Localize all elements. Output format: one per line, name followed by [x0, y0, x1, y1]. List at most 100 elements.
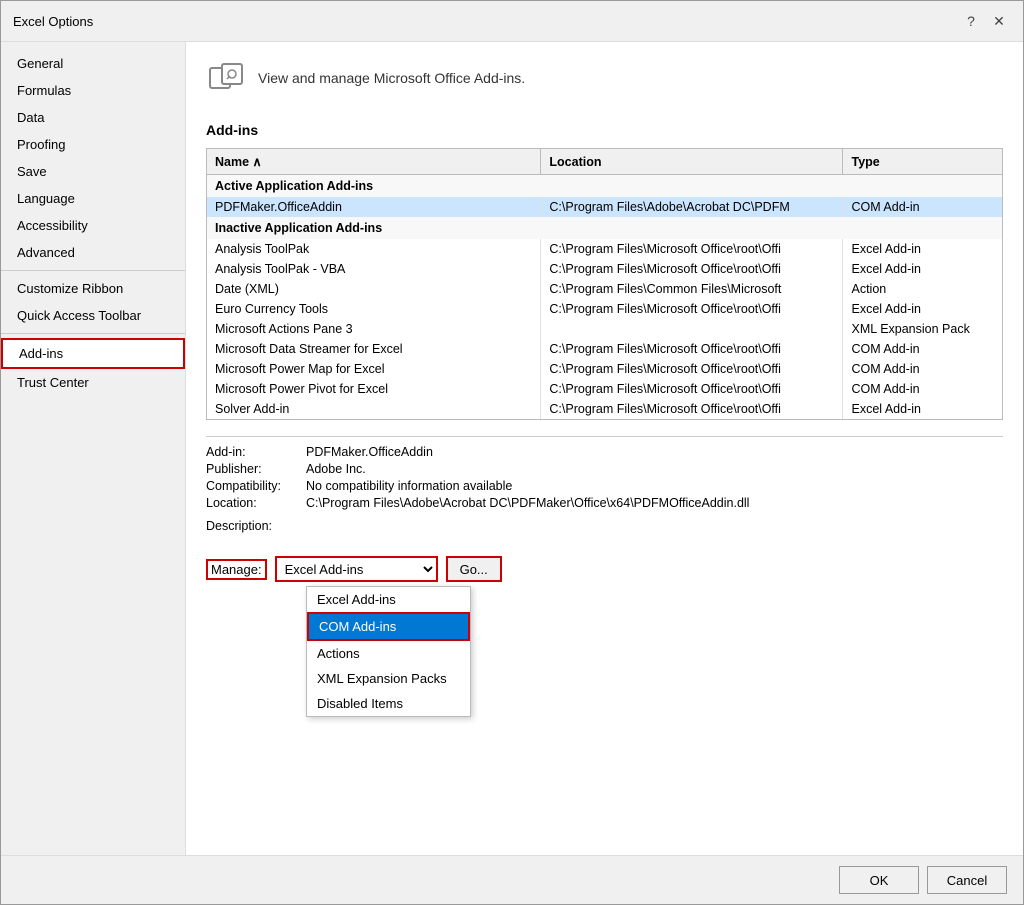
cell-name: Analysis ToolPak — [207, 239, 541, 259]
sidebar: GeneralFormulasDataProofingSaveLanguageA… — [1, 42, 186, 855]
cell-type: XML Expansion Pack — [843, 319, 1002, 339]
detail-addin: Add-in: PDFMaker.OfficeAddin — [206, 445, 1003, 459]
cell-name: Microsoft Actions Pane 3 — [207, 319, 541, 339]
cell-location: C:\Program Files\Microsoft Office\root\O… — [541, 399, 843, 419]
page-description: View and manage Microsoft Office Add-ins… — [258, 70, 525, 86]
location-label: Location: — [206, 496, 306, 510]
cell-type: Action — [843, 279, 1002, 299]
col-header-name[interactable]: Name ∧ — [207, 149, 541, 175]
cell-location: C:\Program Files\Adobe\Acrobat DC\PDFM — [541, 197, 843, 217]
table-section-header: Active Application Add-ins — [207, 175, 1002, 198]
cell-name: Date (XML) — [207, 279, 541, 299]
table-row[interactable]: Analysis ToolPak - VBAC:\Program Files\M… — [207, 259, 1002, 279]
publisher-value: Adobe Inc. — [306, 462, 366, 476]
detail-description: Description: — [206, 513, 1003, 533]
sidebar-item-general[interactable]: General — [1, 50, 185, 77]
dropdown-item-com-addins[interactable]: COM Add-ins — [307, 612, 470, 641]
cell-name: Microsoft Power Map for Excel — [207, 359, 541, 379]
sidebar-item-addins[interactable]: Add-ins — [1, 338, 185, 369]
main-area: View and manage Microsoft Office Add-ins… — [186, 42, 1023, 855]
dropdown-item-actions[interactable]: Actions — [307, 641, 470, 666]
addins-icon — [206, 58, 246, 98]
sidebar-item-save[interactable]: Save — [1, 158, 185, 185]
dropdown-item-disabled[interactable]: Disabled Items — [307, 691, 470, 716]
table-row[interactable]: Date (XML)C:\Program Files\Common Files\… — [207, 279, 1002, 299]
cell-name: PDFMaker.OfficeAddin — [207, 197, 541, 217]
dropdown-item-excel-addins[interactable]: Excel Add-ins — [307, 587, 470, 612]
dialog-title: Excel Options — [13, 14, 93, 29]
manage-dropdown: Excel Add-insCOM Add-insActionsXML Expan… — [306, 586, 471, 717]
manage-bar: Manage: Excel Add-insCOM Add-insActionsX… — [206, 556, 1003, 582]
cell-location: C:\Program Files\Microsoft Office\root\O… — [541, 379, 843, 399]
cell-type: Excel Add-in — [843, 259, 1002, 279]
detail-publisher: Publisher: Adobe Inc. — [206, 462, 1003, 476]
table-row[interactable]: Microsoft Data Streamer for ExcelC:\Prog… — [207, 339, 1002, 359]
cell-type: COM Add-in — [843, 339, 1002, 359]
sidebar-item-language[interactable]: Language — [1, 185, 185, 212]
cell-location — [541, 319, 843, 339]
compatibility-label: Compatibility: — [206, 479, 306, 493]
help-button[interactable]: ? — [959, 9, 983, 33]
col-header-location[interactable]: Location — [541, 149, 843, 175]
sidebar-item-proofing[interactable]: Proofing — [1, 131, 185, 158]
detail-compatibility: Compatibility: No compatibility informat… — [206, 479, 1003, 493]
publisher-label: Publisher: — [206, 462, 306, 476]
cell-location: C:\Program Files\Microsoft Office\root\O… — [541, 339, 843, 359]
cell-location: C:\Program Files\Microsoft Office\root\O… — [541, 239, 843, 259]
table-row[interactable]: Analysis ToolPakC:\Program Files\Microso… — [207, 239, 1002, 259]
cell-type: COM Add-in — [843, 379, 1002, 399]
title-bar: Excel Options ? ✕ — [1, 1, 1023, 42]
footer: OK Cancel — [1, 855, 1023, 904]
cell-name: Euro Currency Tools — [207, 299, 541, 319]
cell-location: C:\Program Files\Microsoft Office\root\O… — [541, 299, 843, 319]
table-row[interactable]: PDFMaker.OfficeAddinC:\Program Files\Ado… — [207, 197, 1002, 217]
compatibility-value: No compatibility information available — [306, 479, 512, 493]
cell-type: Excel Add-in — [843, 239, 1002, 259]
cell-name: Analysis ToolPak - VBA — [207, 259, 541, 279]
sidebar-item-trust-center[interactable]: Trust Center — [1, 369, 185, 396]
cell-type: Excel Add-in — [843, 399, 1002, 419]
sidebar-item-quick-access[interactable]: Quick Access Toolbar — [1, 302, 185, 329]
detail-location: Location: C:\Program Files\Adobe\Acrobat… — [206, 496, 1003, 510]
dialog-content: GeneralFormulasDataProofingSaveLanguageA… — [1, 42, 1023, 855]
cell-location: C:\Program Files\Microsoft Office\root\O… — [541, 259, 843, 279]
title-buttons: ? ✕ — [959, 9, 1011, 33]
page-header: View and manage Microsoft Office Add-ins… — [206, 58, 1003, 106]
table-row[interactable]: Microsoft Power Map for ExcelC:\Program … — [207, 359, 1002, 379]
sidebar-item-formulas[interactable]: Formulas — [1, 77, 185, 104]
cell-type: COM Add-in — [843, 197, 1002, 217]
close-button[interactable]: ✕ — [987, 9, 1011, 33]
manage-label: Manage: — [206, 559, 267, 580]
sidebar-divider — [1, 333, 185, 334]
dropdown-item-xml-expansion[interactable]: XML Expansion Packs — [307, 666, 470, 691]
table-row[interactable]: Euro Currency ToolsC:\Program Files\Micr… — [207, 299, 1002, 319]
col-header-type[interactable]: Type — [843, 149, 1002, 175]
sidebar-item-customize-ribbon[interactable]: Customize Ribbon — [1, 275, 185, 302]
description-label: Description: — [206, 519, 306, 533]
sidebar-item-advanced[interactable]: Advanced — [1, 239, 185, 266]
cancel-button[interactable]: Cancel — [927, 866, 1007, 894]
location-value: C:\Program Files\Adobe\Acrobat DC\PDFMak… — [306, 496, 749, 510]
addins-table: Name ∧ Location Type Active Application … — [207, 149, 1002, 419]
section-title: Add-ins — [206, 122, 1003, 138]
cell-name: Microsoft Power Pivot for Excel — [207, 379, 541, 399]
table-wrapper[interactable]: Name ∧ Location Type Active Application … — [207, 149, 1002, 419]
cell-name: Microsoft Data Streamer for Excel — [207, 339, 541, 359]
go-button[interactable]: Go... — [446, 556, 502, 582]
table-row[interactable]: Solver Add-inC:\Program Files\Microsoft … — [207, 399, 1002, 419]
cell-type: Excel Add-in — [843, 299, 1002, 319]
details-section: Add-in: PDFMaker.OfficeAddin Publisher: … — [206, 436, 1003, 544]
sidebar-item-accessibility[interactable]: Accessibility — [1, 212, 185, 239]
table-row[interactable]: Microsoft Power Pivot for ExcelC:\Progra… — [207, 379, 1002, 399]
addins-table-container: Name ∧ Location Type Active Application … — [206, 148, 1003, 420]
cell-location: C:\Program Files\Common Files\Microsoft — [541, 279, 843, 299]
table-row[interactable]: Microsoft Actions Pane 3 XML Expansion Pa… — [207, 319, 1002, 339]
cell-location: C:\Program Files\Microsoft Office\root\O… — [541, 359, 843, 379]
manage-select[interactable]: Excel Add-insCOM Add-insActionsXML Expan… — [275, 556, 438, 582]
sidebar-divider — [1, 270, 185, 271]
addin-label: Add-in: — [206, 445, 306, 459]
cell-name: Solver Add-in — [207, 399, 541, 419]
sidebar-item-data[interactable]: Data — [1, 104, 185, 131]
table-section-header: Inactive Application Add-ins — [207, 217, 1002, 239]
ok-button[interactable]: OK — [839, 866, 919, 894]
